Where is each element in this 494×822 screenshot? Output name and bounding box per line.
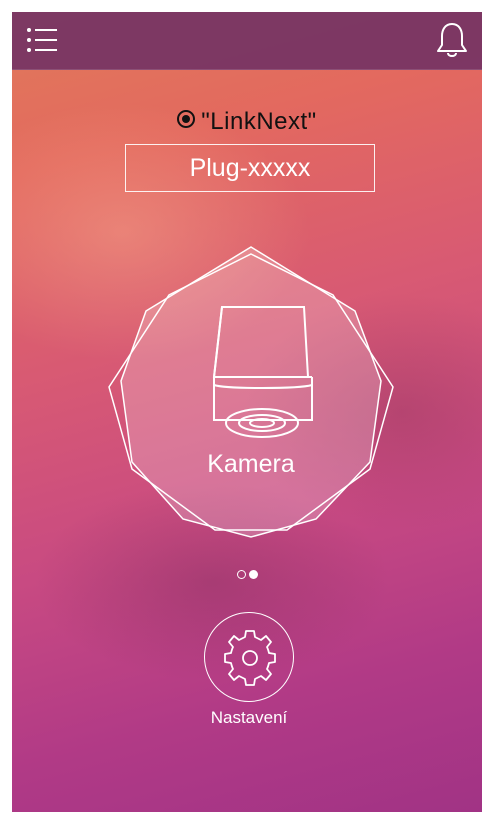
settings-label: Nastavení <box>210 708 288 727</box>
gear-icon <box>224 630 276 686</box>
network-name: "LinkNext" <box>201 108 317 135</box>
app-screen: "LinkNext" Plug-xxxxx Kamera Nastavení <box>12 12 482 812</box>
settings-button[interactable] <box>204 612 294 702</box>
top-app-bar <box>12 12 482 70</box>
page-indicator <box>234 569 264 581</box>
list-menu-icon <box>27 28 57 52</box>
settings-circle <box>204 612 294 702</box>
page-dot-active[interactable] <box>249 570 258 579</box>
notifications-button[interactable] <box>434 20 470 60</box>
radio-selected-icon <box>177 110 196 128</box>
device-name-field[interactable]: Plug-xxxxx <box>125 144 375 192</box>
page-dot[interactable] <box>237 570 246 579</box>
network-indicator: "LinkNext" <box>12 108 482 136</box>
menu-button[interactable] <box>24 22 60 58</box>
polygon-frame <box>108 246 394 538</box>
device-card-camera[interactable]: Kamera <box>98 237 404 543</box>
device-label: Kamera <box>207 450 295 478</box>
bell-icon <box>437 23 467 57</box>
